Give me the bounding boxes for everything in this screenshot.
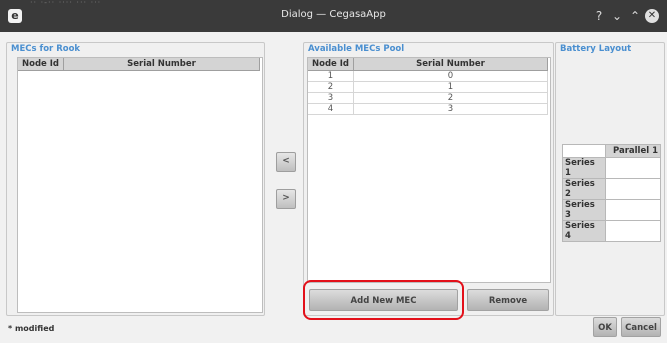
serial-number-cell: 2 — [354, 93, 548, 104]
node-id-cell: 3 — [308, 93, 354, 104]
table-row[interactable]: 2 1 — [308, 82, 550, 93]
battery-layout-title: Battery Layout — [560, 44, 632, 54]
minimize-icon[interactable]: ⌄ — [610, 8, 624, 24]
ok-button[interactable]: OK — [593, 317, 617, 337]
table-row[interactable]: 4 3 — [308, 104, 550, 115]
node-id-cell: 1 — [308, 71, 354, 82]
node-id-cell: 2 — [308, 82, 354, 93]
column-header-node-id[interactable]: Node Id — [308, 58, 354, 71]
remove-button[interactable]: Remove — [467, 289, 549, 311]
series-row-header: Series 1 — [562, 157, 606, 179]
mecs-for-rook-title: MECs for Rook — [11, 44, 81, 54]
series-row-header: Series 2 — [562, 178, 606, 200]
modified-status: * modified — [8, 324, 55, 333]
battery-layout-table[interactable]: Parallel 1 Series 1 Series 2 Series 3 Se… — [562, 144, 661, 242]
serial-number-cell: 0 — [354, 71, 548, 82]
series-row-header: Series 3 — [562, 199, 606, 221]
rook-table-header: Node Id Serial Number — [18, 58, 262, 71]
battery-cell[interactable] — [605, 220, 661, 242]
background-window-text: ·· ·-·· ···· ··· ··· — [30, 0, 102, 5]
serial-number-cell: 3 — [354, 104, 548, 115]
battery-cell[interactable] — [605, 157, 661, 179]
column-header-serial-number[interactable]: Serial Number — [354, 58, 548, 71]
maximize-icon[interactable]: ⌃ — [628, 8, 642, 24]
available-mecs-pool-group: Available MECs Pool Node Id Serial Numbe… — [303, 42, 554, 316]
close-icon[interactable]: ✕ — [645, 9, 659, 23]
window-title: Dialog — CegasaApp — [281, 9, 386, 20]
battery-corner-cell — [562, 144, 606, 158]
rook-mec-table[interactable]: Node Id Serial Number — [17, 57, 263, 313]
help-icon[interactable]: ? — [592, 8, 606, 24]
available-mecs-pool-title: Available MECs Pool — [308, 44, 405, 54]
column-header-serial-number[interactable]: Serial Number — [64, 58, 260, 71]
series-row-header: Series 4 — [562, 220, 606, 242]
window-titlebar[interactable]: ·· ·-·· ···· ··· ··· e Dialog — CegasaAp… — [0, 0, 667, 32]
table-row[interactable]: 1 0 — [308, 71, 550, 82]
mecs-for-rook-group: MECs for Rook Node Id Serial Number — [6, 42, 265, 316]
battery-cell[interactable] — [605, 178, 661, 200]
highlight-annotation — [303, 280, 464, 320]
move-right-button[interactable]: > — [276, 189, 296, 209]
battery-cell[interactable] — [605, 199, 661, 221]
pool-table-header: Node Id Serial Number — [308, 58, 550, 71]
move-left-button[interactable]: < — [276, 152, 296, 172]
parallel-column-header: Parallel 1 — [605, 144, 661, 158]
table-row[interactable]: 3 2 — [308, 93, 550, 104]
node-id-cell: 4 — [308, 104, 354, 115]
cancel-button[interactable]: Cancel — [621, 317, 661, 337]
serial-number-cell: 1 — [354, 82, 548, 93]
pool-mec-table[interactable]: Node Id Serial Number 1 0 2 1 3 2 4 3 — [307, 57, 551, 283]
column-header-node-id[interactable]: Node Id — [18, 58, 64, 71]
